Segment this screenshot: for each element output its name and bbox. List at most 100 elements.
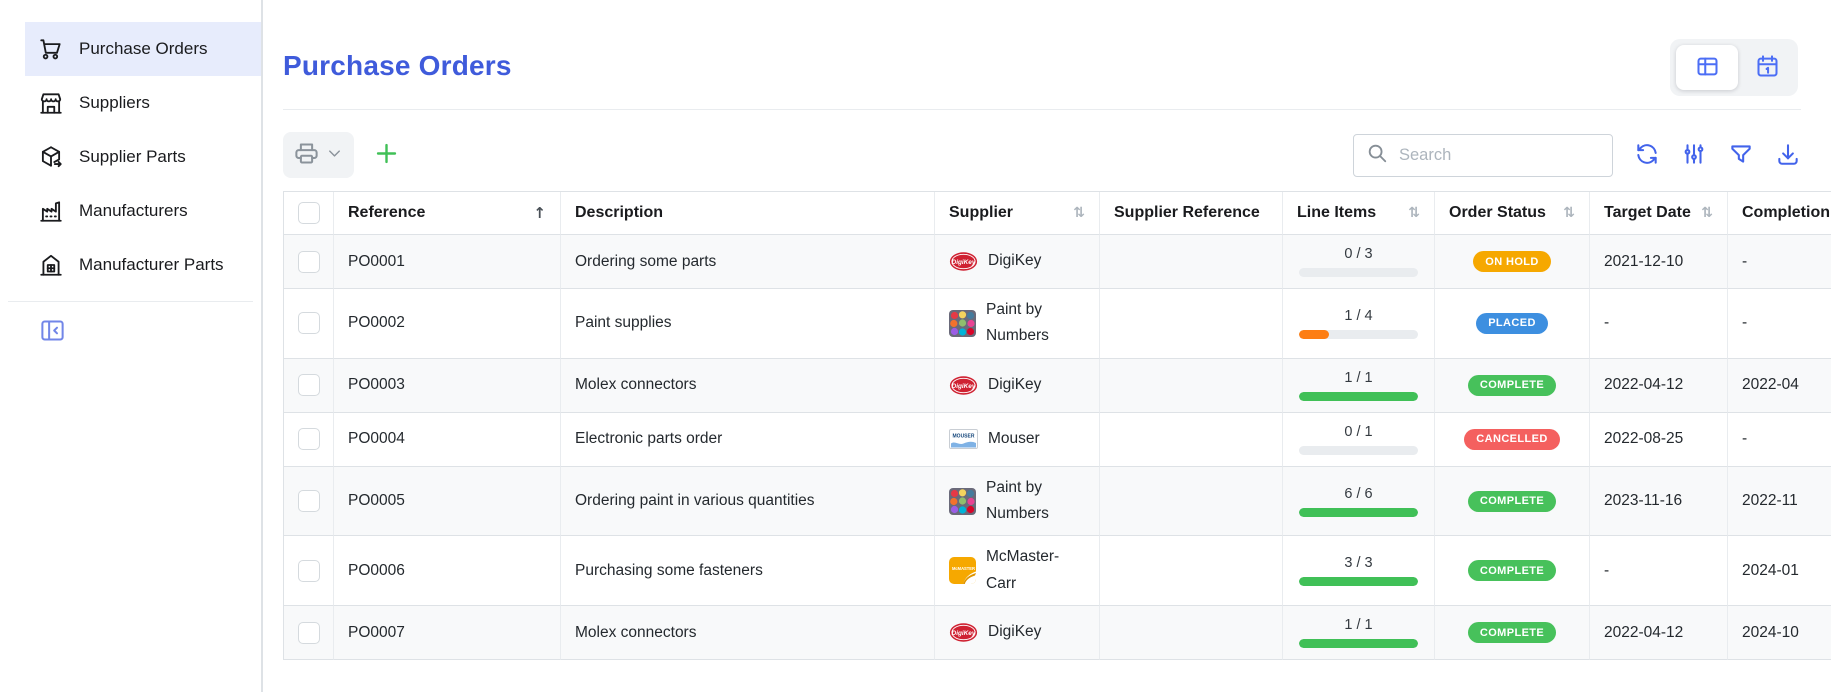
sidebar-item-suppliers[interactable]: Suppliers	[25, 76, 261, 130]
table-view-button[interactable]	[1676, 45, 1738, 90]
column-label: Completion Date	[1742, 204, 1831, 222]
svg-text:DigiKey: DigiKey	[952, 383, 976, 390]
cell-description: Ordering some parts	[561, 235, 935, 289]
toolbar-left	[283, 132, 401, 178]
line-items-progress-fill	[1299, 330, 1329, 339]
cell-line-items: 1 / 1	[1283, 606, 1435, 660]
table-row-po0005[interactable]: PO0005 Ordering paint in various quantit…	[284, 467, 1831, 537]
column-label: Supplier	[949, 204, 1013, 222]
cell-select	[284, 467, 334, 537]
cell-order-status: PLACED	[1435, 289, 1590, 359]
row-checkbox[interactable]	[298, 490, 320, 512]
chevron-down-icon	[325, 144, 344, 166]
cell-select	[284, 606, 334, 660]
cell-line-items: 3 / 3	[1283, 536, 1435, 606]
purchase-orders-table: Reference ↑ Description Supplier ⇅ Suppl…	[283, 191, 1831, 660]
cell-description: Purchasing some fasteners	[561, 536, 935, 606]
cell-target-date: -	[1590, 289, 1728, 359]
cell-supplier: Paint by Numbers	[935, 467, 1100, 537]
row-checkbox[interactable]	[298, 374, 320, 396]
plus-icon	[372, 139, 401, 171]
cell-supplier-reference	[1100, 536, 1283, 606]
table-toolbar	[283, 132, 1801, 178]
line-items-count: 0 / 3	[1299, 246, 1418, 262]
cell-reference: PO0006	[334, 536, 561, 606]
row-checkbox[interactable]	[298, 312, 320, 334]
table-settings-button[interactable]	[1681, 141, 1707, 170]
table-row-po0003[interactable]: PO0003 Molex connectors DigiKey DigiKey …	[284, 359, 1831, 413]
select-all-header	[284, 192, 334, 235]
collapse-sidebar-button[interactable]	[39, 317, 66, 347]
cell-supplier: DigiKey DigiKey	[935, 606, 1100, 660]
column-header-completion-date[interactable]: Completion Date ⇅	[1728, 192, 1831, 235]
search-icon	[1366, 142, 1388, 169]
row-checkbox[interactable]	[298, 251, 320, 273]
search-input[interactable]	[1397, 145, 1600, 166]
row-checkbox[interactable]	[298, 560, 320, 582]
cell-select	[284, 235, 334, 289]
cell-supplier-reference	[1100, 413, 1283, 467]
add-purchase-order-button[interactable]	[372, 139, 401, 171]
sidebar-item-label: Purchase Orders	[79, 39, 208, 59]
factory-icon	[38, 198, 64, 224]
refresh-icon	[1634, 141, 1660, 170]
sidebar-item-manufacturer-parts[interactable]: Manufacturer Parts	[25, 238, 261, 292]
cell-completion-date: 2022-11	[1728, 467, 1831, 537]
column-header-order-status[interactable]: Order Status ⇅	[1435, 192, 1590, 235]
status-badge: COMPLETE	[1468, 375, 1556, 396]
search-box	[1353, 134, 1613, 177]
sort-icon: ⇅	[1073, 205, 1085, 221]
line-items-progress	[1299, 639, 1418, 648]
supplier-name: DigiKey	[988, 619, 1041, 645]
cell-order-status: CANCELLED	[1435, 413, 1590, 467]
print-actions-button[interactable]	[283, 132, 354, 178]
select-all-checkbox[interactable]	[298, 202, 320, 224]
column-header-target-date[interactable]: Target Date ⇅	[1590, 192, 1728, 235]
line-items-count: 3 / 3	[1299, 555, 1418, 571]
refresh-button[interactable]	[1634, 141, 1660, 170]
cell-completion-date: -	[1728, 413, 1831, 467]
svg-text:MOUSER: MOUSER	[953, 434, 975, 440]
sort-icon: ⇅	[1408, 205, 1420, 221]
cell-supplier: McMASTER McMaster-Carr	[935, 536, 1100, 606]
line-items-progress	[1299, 268, 1418, 277]
calendar-view-button[interactable]	[1742, 45, 1792, 90]
table-row-po0007[interactable]: PO0007 Molex connectors DigiKey DigiKey …	[284, 606, 1831, 660]
row-checkbox[interactable]	[298, 622, 320, 644]
column-label: Order Status	[1449, 204, 1546, 222]
table-row-po0002[interactable]: PO0002 Paint supplies Paint by Numbers 1…	[284, 289, 1831, 359]
paint-logo	[949, 488, 976, 515]
filter-icon	[1728, 141, 1754, 170]
row-checkbox[interactable]	[298, 428, 320, 450]
sidebar-item-manufacturers[interactable]: Manufacturers	[25, 184, 261, 238]
column-header-reference[interactable]: Reference ↑	[334, 192, 561, 235]
cell-reference: PO0002	[334, 289, 561, 359]
svg-text:McMASTER: McMASTER	[952, 566, 975, 571]
column-label: Target Date	[1604, 204, 1691, 222]
filter-button[interactable]	[1728, 141, 1754, 170]
download-button[interactable]	[1775, 141, 1801, 170]
column-header-supplier[interactable]: Supplier ⇅	[935, 192, 1100, 235]
cell-reference: PO0004	[334, 413, 561, 467]
cell-supplier: Paint by Numbers	[935, 289, 1100, 359]
digikey-logo: DigiKey	[949, 622, 978, 643]
column-header-supplier-reference[interactable]: Supplier Reference	[1100, 192, 1283, 235]
column-label: Line Items	[1297, 204, 1376, 222]
sidebar-item-supplier-parts[interactable]: Supplier Parts	[25, 130, 261, 184]
cell-select	[284, 536, 334, 606]
table-row-po0006[interactable]: PO0006 Purchasing some fasteners McMASTE…	[284, 536, 1831, 606]
table-row-po0001[interactable]: PO0001 Ordering some parts DigiKey DigiK…	[284, 235, 1831, 289]
table-row-po0004[interactable]: PO0004 Electronic parts order MOUSER Mou…	[284, 413, 1831, 467]
sidebar-item-purchase-orders[interactable]: Purchase Orders	[25, 22, 261, 76]
cell-target-date: 2022-04-12	[1590, 606, 1728, 660]
column-header-description[interactable]: Description	[561, 192, 935, 235]
cell-select	[284, 413, 334, 467]
sort-icon: ⇅	[1563, 205, 1575, 221]
mcmaster-logo: McMASTER	[949, 557, 976, 584]
sidebar-divider	[8, 301, 253, 302]
table-icon	[1694, 53, 1721, 83]
digikey-logo: DigiKey	[949, 375, 978, 396]
sidebar-item-label: Manufacturers	[79, 201, 188, 221]
cell-supplier: MOUSER Mouser	[935, 413, 1100, 467]
column-header-line-items[interactable]: Line Items ⇅	[1283, 192, 1435, 235]
